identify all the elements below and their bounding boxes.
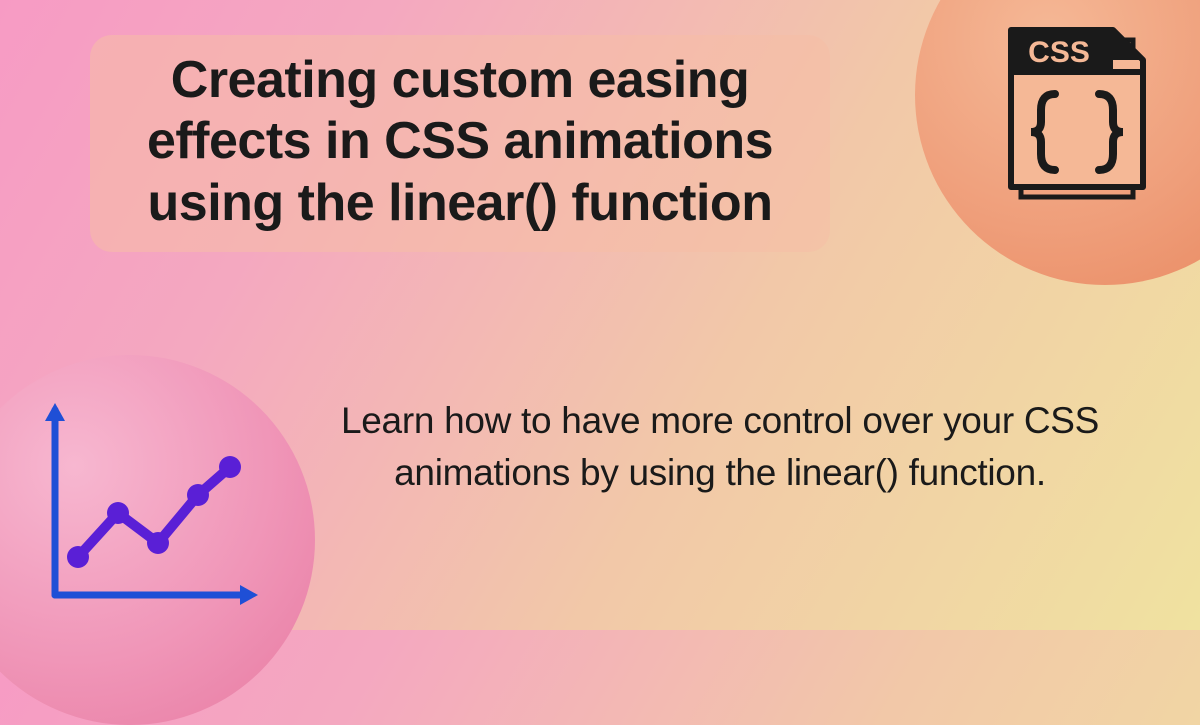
svg-text:CSS: CSS xyxy=(1028,36,1090,69)
page-subtitle: Learn how to have more control over your… xyxy=(300,395,1140,499)
line-chart-icon xyxy=(30,395,265,620)
title-container: Creating custom easing effects in CSS an… xyxy=(90,35,830,252)
page-title: Creating custom easing effects in CSS an… xyxy=(118,50,802,234)
css-file-icon: CSS xyxy=(1003,22,1158,212)
